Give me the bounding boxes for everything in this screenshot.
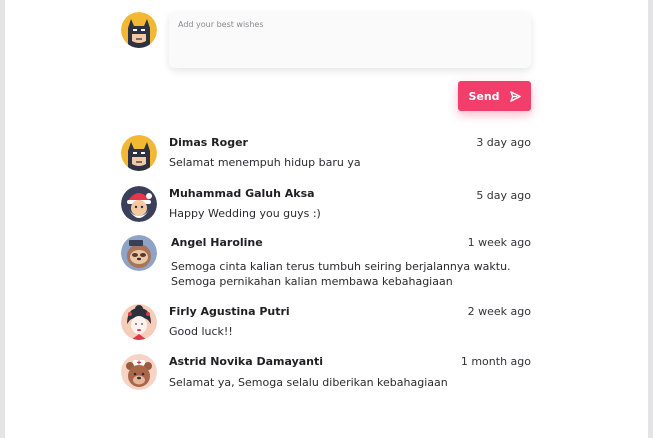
comment-text: Semoga pernikahan kalian membawa kebahag… [171, 275, 453, 288]
comment-text: Selamat menempuh hidup baru ya [169, 156, 361, 169]
sloth-avatar-icon [121, 235, 157, 271]
wish-input[interactable]: Add your best wishes [169, 12, 531, 68]
bear-avatar-icon [121, 354, 157, 390]
send-button[interactable]: Send [458, 81, 531, 111]
wishes-panel: Add your best wishes Send Dimas Roger 3 … [5, 0, 648, 438]
comment-text: Selamat ya, Semoga selalu diberikan keba… [169, 376, 448, 389]
comment-text: Happy Wedding you guys :) [169, 207, 321, 220]
wish-input-placeholder: Add your best wishes [178, 20, 264, 29]
santa-avatar-icon [121, 186, 157, 222]
geisha-avatar-icon [121, 304, 157, 340]
send-button-label: Send [468, 89, 500, 103]
comment-time: 3 day ago [476, 136, 531, 149]
batman-avatar-icon [121, 12, 157, 48]
comment-author: Angel Haroline [171, 236, 263, 249]
batman-avatar-icon [121, 135, 157, 171]
comment-time: 1 week ago [467, 236, 531, 249]
comment-time: 1 month ago [460, 355, 531, 368]
comment-text: Good luck!! [169, 325, 233, 338]
comment-author: Muhammad Galuh Aksa [169, 187, 315, 200]
comment-author: Firly Agustina Putri [169, 305, 290, 318]
comment-time: 2 week ago [467, 305, 531, 318]
comment-text: Semoga cinta kalian terus tumbuh seiring… [171, 260, 511, 273]
send-icon [509, 90, 521, 102]
comment-author: Astrid Novika Damayanti [169, 355, 324, 368]
comment-author: Dimas Roger [169, 136, 248, 149]
comment-time: 5 day ago [476, 189, 531, 202]
